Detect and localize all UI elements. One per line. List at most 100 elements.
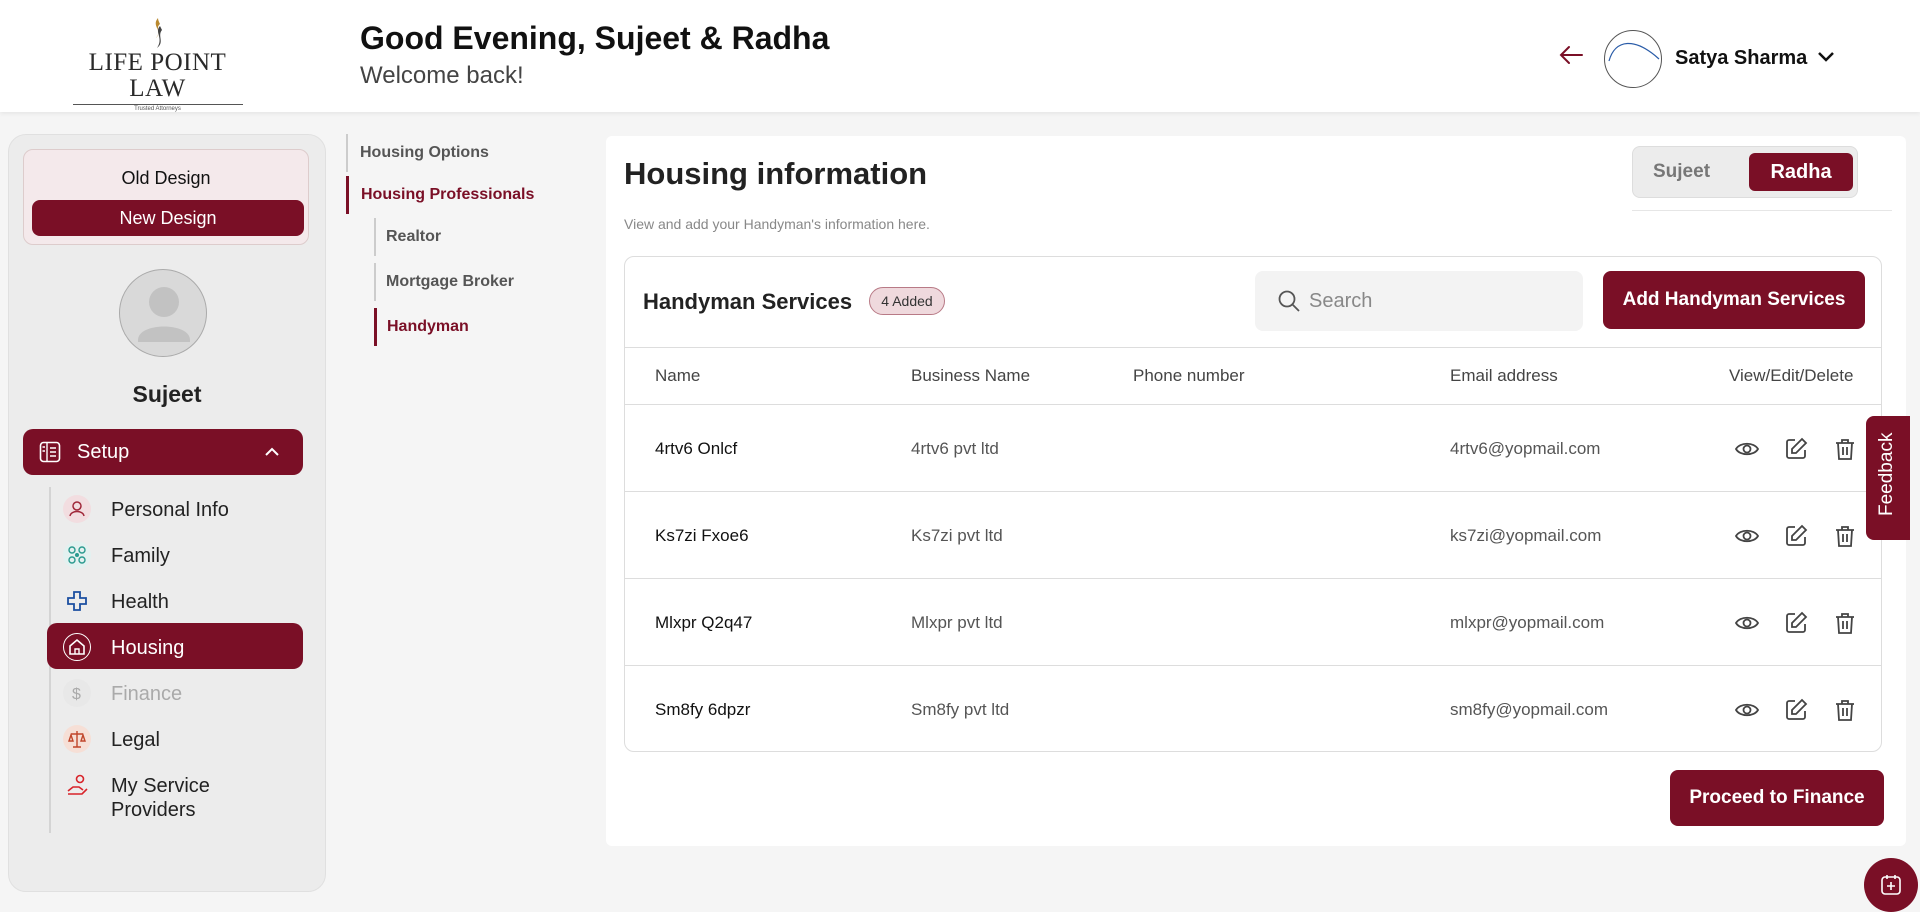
delete-trash-icon[interactable]: [1831, 609, 1859, 637]
person-icon: [63, 495, 91, 523]
greeting-title: Good Evening, Sujeet & Radha: [360, 20, 830, 56]
delete-trash-icon[interactable]: [1831, 696, 1859, 724]
sidebar-item-label: Health: [111, 591, 169, 613]
top-header: LIFE POINT LAW Trusted Attorneys Good Ev…: [0, 0, 1920, 112]
search-icon: [1278, 290, 1300, 312]
toggle-option-radha[interactable]: Radha: [1749, 153, 1853, 191]
view-eye-icon[interactable]: [1733, 435, 1761, 463]
subnav-housing-options[interactable]: Housing Options: [346, 134, 489, 172]
welcome-subtitle: Welcome back!: [360, 62, 524, 89]
toggle-option-sujeet[interactable]: Sujeet: [1653, 161, 1710, 183]
edit-pencil-icon[interactable]: [1782, 522, 1810, 550]
cell-name: Sm8fy 6dpzr: [655, 700, 751, 719]
view-eye-icon[interactable]: [1733, 696, 1761, 724]
user-placeholder-icon: [138, 287, 190, 342]
logo-text: LIFE POINT LAW: [88, 49, 227, 102]
view-eye-icon[interactable]: [1733, 609, 1761, 637]
cell-name: 4rtv6 Onlcf: [655, 439, 738, 458]
avatar-image-icon: [1608, 42, 1660, 62]
profile-avatar[interactable]: [119, 269, 207, 357]
feedback-tab[interactable]: Feedback: [1866, 416, 1910, 540]
service-provider-icon: [63, 771, 91, 799]
table-row: Mlxpr Q2q47 Mlxpr pvt ltd mlxpr@yopmail.co…: [625, 579, 1881, 666]
chevron-up-icon: [265, 447, 279, 456]
column-actions: View/Edit/Delete: [1729, 366, 1854, 385]
table-row: Sm8fy 6dpzr Sm8fy pvt ltd sm8fy@yopmail.co…: [625, 666, 1881, 751]
family-icon: [63, 541, 91, 569]
spouse-toggle: Sujeet Radha: [1632, 146, 1858, 198]
svg-text:$: $: [72, 686, 81, 703]
sidebar-item-label: Family: [111, 545, 170, 567]
search-box: [1255, 271, 1583, 331]
subnav-mortgage-broker[interactable]: Mortgage Broker: [374, 263, 514, 301]
sidebar-item-personal-info[interactable]: Personal Info: [47, 485, 303, 531]
card-title: Handyman Services: [643, 289, 853, 314]
cell-name: Mlxpr Q2q47: [655, 613, 753, 632]
sidebar-item-housing[interactable]: Housing: [47, 623, 303, 669]
view-eye-icon[interactable]: [1733, 522, 1761, 550]
edit-pencil-icon[interactable]: [1782, 696, 1810, 724]
table-row: 4rtv6 Onlcf 4rtv6 pvt ltd 4rtv6@yopmail.co…: [625, 405, 1881, 492]
cell-email: ks7zi@yopmail.com: [1450, 526, 1602, 545]
cell-business: Mlxpr pvt ltd: [911, 613, 1003, 632]
proceed-to-finance-button[interactable]: Proceed to Finance: [1670, 770, 1884, 826]
logo[interactable]: LIFE POINT LAW Trusted Attorneys: [70, 16, 245, 112]
sidebar-item-label: Personal Info: [111, 499, 229, 521]
chevron-down-icon[interactable]: [1816, 50, 1836, 64]
edit-pencil-icon[interactable]: [1782, 609, 1810, 637]
delete-trash-icon[interactable]: [1831, 435, 1859, 463]
flame-logo-icon: [155, 18, 162, 48]
left-sidebar: Old Design New Design Sujeet Setup Perso…: [8, 134, 326, 892]
setup-section-toggle[interactable]: Setup: [23, 429, 303, 475]
page-subtitle: View and add your Handyman's information…: [624, 216, 930, 232]
table-row: Ks7zi Fxoe6 Ks7zi pvt ltd ks7zi@yopmail.co…: [625, 492, 1881, 579]
calendar-plus-icon: [1881, 875, 1901, 895]
logo-tagline: Trusted Attorneys: [134, 106, 181, 112]
back-arrow-icon[interactable]: [1558, 44, 1584, 66]
scales-icon: [63, 725, 91, 753]
user-avatar[interactable]: [1604, 30, 1662, 88]
setup-book-icon: [39, 441, 61, 463]
sidebar-item-service-providers[interactable]: My Service Providers: [47, 761, 303, 827]
column-phone: Phone number: [1133, 366, 1245, 385]
sidebar-item-label: Legal: [111, 729, 160, 751]
sidebar-item-legal[interactable]: Legal: [47, 715, 303, 761]
label-line-2: Providers: [111, 799, 196, 821]
count-badge: 4 Added: [869, 287, 945, 315]
handyman-table-card: Handyman Services 4 Added Add Handyman S…: [624, 256, 1882, 752]
column-email: Email address: [1450, 366, 1558, 385]
health-cross-icon: [63, 587, 91, 615]
subnav-housing-professionals[interactable]: Housing Professionals: [346, 176, 534, 214]
cell-name: Ks7zi Fxoe6: [655, 526, 749, 545]
delete-trash-icon[interactable]: [1831, 522, 1859, 550]
search-input[interactable]: [1309, 285, 1569, 317]
add-handyman-button[interactable]: Add Handyman Services: [1603, 271, 1865, 329]
column-business: Business Name: [911, 366, 1031, 385]
subnav-handyman[interactable]: Handyman: [374, 308, 469, 346]
sidebar-item-label: Finance: [111, 683, 183, 705]
old-design-option[interactable]: Old Design: [24, 168, 308, 189]
feedback-label: Feedback: [1876, 432, 1897, 516]
edit-pencil-icon[interactable]: [1782, 435, 1810, 463]
page-title: Housing information: [624, 156, 928, 191]
cell-email: mlxpr@yopmail.com: [1450, 613, 1605, 632]
calendar-add-button[interactable]: [1864, 858, 1918, 912]
subnav-realtor[interactable]: Realtor: [374, 218, 441, 256]
sidebar-item-label: My Service Providers: [111, 774, 210, 822]
table-header: Name Business Name Phone number Email ad…: [625, 347, 1881, 405]
dollar-icon: $: [63, 679, 91, 707]
column-name: Name: [655, 366, 701, 385]
main-panel: Housing information View and add your Ha…: [606, 136, 1906, 846]
cell-business: 4rtv6 pvt ltd: [911, 439, 999, 458]
sidebar-item-health[interactable]: Health: [47, 577, 303, 623]
design-switcher: Old Design New Design: [23, 149, 309, 245]
user-name[interactable]: Satya Sharma: [1675, 47, 1807, 70]
cell-business: Sm8fy pvt ltd: [911, 700, 1010, 719]
sidebar-item-family[interactable]: Family: [47, 531, 303, 577]
label-line-1: My Service: [111, 775, 210, 797]
sidebar-item-label: Housing: [111, 637, 185, 659]
cell-business: Ks7zi pvt ltd: [911, 526, 1003, 545]
profile-name: Sujeet: [132, 381, 202, 407]
new-design-button[interactable]: New Design: [32, 200, 304, 236]
sidebar-item-finance[interactable]: $ Finance: [47, 669, 303, 715]
